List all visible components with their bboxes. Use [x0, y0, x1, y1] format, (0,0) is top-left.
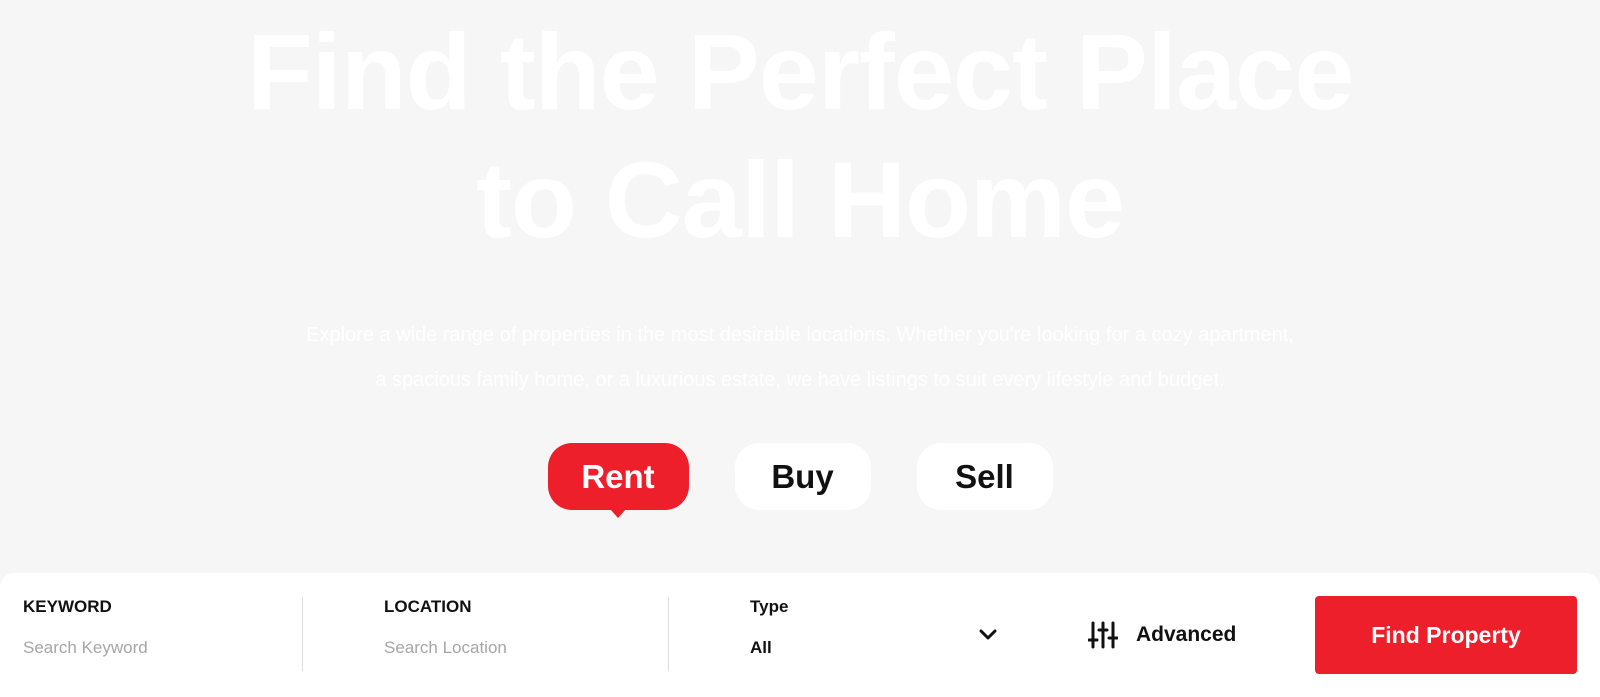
type-value[interactable]: All: [750, 638, 1000, 658]
sliders-icon: [1087, 620, 1119, 650]
keyword-field[interactable]: KEYWORD Search Keyword: [23, 597, 293, 658]
listing-type-tabs: Rent Buy Sell: [0, 443, 1600, 518]
find-property-button[interactable]: Find Property: [1315, 596, 1577, 674]
keyword-label: KEYWORD: [23, 597, 112, 616]
keyword-input[interactable]: Search Keyword: [23, 638, 293, 658]
location-label: LOCATION: [384, 597, 472, 616]
hero-title-line-2: to Call Home: [475, 139, 1125, 260]
hero-title: Find the Perfect Place to Call Home: [0, 8, 1600, 264]
tab-buy[interactable]: Buy: [734, 443, 871, 510]
chevron-down-icon[interactable]: [976, 622, 1000, 646]
advanced-label: Advanced: [1136, 623, 1237, 646]
tab-rent[interactable]: Rent: [547, 443, 689, 518]
location-field[interactable]: LOCATION Search Location: [384, 597, 654, 658]
hero-description-line-1: Explore a wide range of properties in th…: [306, 324, 1294, 346]
hero-description: Explore a wide range of properties in th…: [0, 313, 1600, 403]
type-label: Type: [750, 597, 789, 616]
advanced-button[interactable]: Advanced: [1087, 615, 1237, 655]
tab-sell[interactable]: Sell: [916, 443, 1053, 510]
hero-title-line-1: Find the Perfect Place: [246, 11, 1354, 132]
hero-description-line-2: a spacious family home, or a luxurious e…: [375, 369, 1225, 391]
divider: [302, 597, 303, 671]
type-select[interactable]: Type All: [750, 597, 1000, 658]
location-input[interactable]: Search Location: [384, 638, 654, 658]
property-search-bar: KEYWORD Search Keyword LOCATION Search L…: [0, 573, 1600, 697]
divider: [668, 597, 669, 671]
